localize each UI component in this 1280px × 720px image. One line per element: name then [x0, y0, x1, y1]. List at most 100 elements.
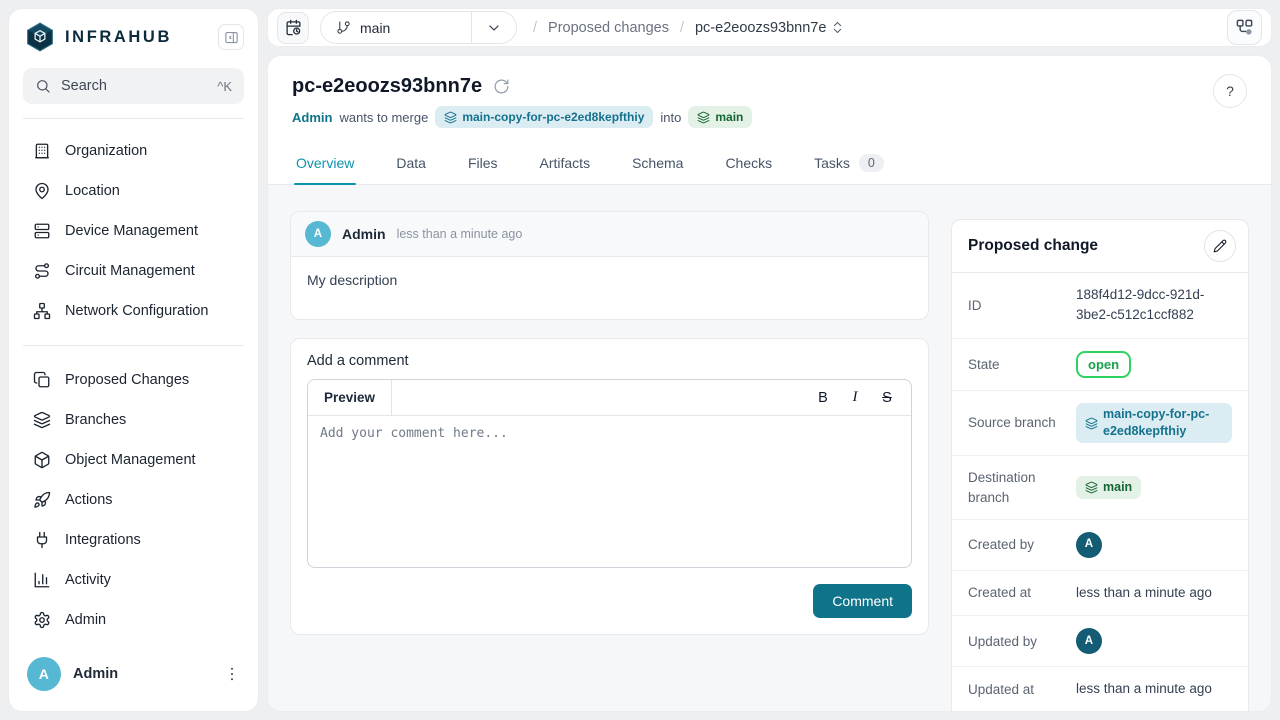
branch-badge[interactable]: main-copy-for-pc-e2ed8kepfthiy — [1076, 403, 1232, 443]
breadcrumb-separator: / — [680, 20, 684, 36]
sidebar-item-integrations[interactable]: Integrations — [19, 520, 248, 560]
thread-column: A Admin less than a minute ago My descri… — [290, 211, 929, 635]
tab-label: Checks — [725, 155, 772, 171]
editor-toolbar: Preview BIS — [308, 380, 911, 416]
sidebar-item-location[interactable]: Location — [19, 171, 248, 211]
map-pin-icon — [33, 182, 51, 200]
infrahub-logo-icon — [25, 22, 55, 52]
detail-value: 188f4d12-9dcc-921d-3be2-c512c1ccf882 — [1066, 285, 1232, 326]
sidebar-item-object-management[interactable]: Object Management — [19, 440, 248, 480]
sidebar-user[interactable]: A Admin — [9, 643, 258, 711]
layers-icon — [444, 111, 457, 124]
time-travel-button[interactable] — [277, 12, 309, 44]
branch-selector-value[interactable]: main — [321, 12, 471, 43]
refresh-button[interactable] — [493, 78, 510, 95]
content-body: A Admin less than a minute ago My descri… — [268, 185, 1271, 711]
comment-card: A Admin less than a minute ago My descri… — [290, 211, 929, 320]
sidebar-item-admin[interactable]: Admin — [19, 600, 248, 640]
preview-tab[interactable]: Preview — [308, 380, 392, 415]
layers-icon — [1085, 481, 1098, 494]
merge-action-text: wants to merge — [339, 110, 428, 125]
plug-icon — [33, 531, 51, 549]
branch-selector[interactable]: main — [320, 11, 517, 44]
branch-badge[interactable]: main — [1076, 476, 1141, 499]
branch-selector-toggle[interactable] — [471, 12, 516, 43]
add-comment-card: Add a comment Preview BIS Comment — [290, 338, 929, 635]
kebab-icon — [223, 665, 241, 683]
destination-branch-badge[interactable]: main — [688, 106, 752, 128]
detail-label: Source branch — [968, 413, 1066, 433]
edit-button[interactable] — [1204, 230, 1236, 262]
breadcrumb: / Proposed changes / pc-e2eoozs93bnn7e — [533, 20, 845, 36]
avatar: A — [305, 221, 331, 247]
format-buttons: BIS — [809, 380, 911, 415]
tab-data[interactable]: Data — [394, 141, 428, 184]
sidebar-item-organization[interactable]: Organization — [19, 131, 248, 171]
sidebar-item-proposed-changes[interactable]: Proposed Changes — [19, 360, 248, 400]
help-button[interactable]: ? — [1213, 74, 1247, 108]
server-icon — [33, 222, 51, 240]
app-title: INFRAHUB — [65, 28, 208, 47]
breadcrumb-item-label: pc-e2eoozs93bnn7e — [695, 20, 826, 36]
comment-author: Admin — [342, 226, 386, 242]
avatar[interactable]: A — [1076, 532, 1102, 558]
sidebar-item-label: Organization — [65, 143, 147, 159]
git-branch-icon — [336, 20, 351, 35]
tab-overview[interactable]: Overview — [294, 141, 356, 184]
page-title: pc-e2eoozs93bnn7e — [292, 75, 482, 98]
layers-icon — [1085, 417, 1098, 430]
italic-icon[interactable]: I — [841, 385, 869, 411]
sidebar-item-actions[interactable]: Actions — [19, 480, 248, 520]
comment-header: A Admin less than a minute ago — [291, 212, 928, 257]
search-shortcut: ^K — [217, 79, 232, 94]
user-menu-button[interactable] — [220, 662, 244, 686]
tab-artifacts[interactable]: Artifacts — [538, 141, 593, 184]
search-input[interactable]: Search ^K — [23, 68, 244, 104]
rocket-icon — [33, 491, 51, 509]
sidebar-item-label: Circuit Management — [65, 263, 195, 279]
tab-files[interactable]: Files — [466, 141, 500, 184]
sidebar-item-branches[interactable]: Branches — [19, 400, 248, 440]
schema-visualizer-button[interactable] — [1227, 10, 1262, 45]
sidebar-collapse-button[interactable] — [218, 24, 244, 50]
sidebar-item-label: Activity — [65, 572, 111, 588]
tab-label: Data — [396, 155, 426, 171]
details-rows: ID188f4d12-9dcc-921d-3be2-c512c1ccf882St… — [952, 273, 1248, 711]
comment-submit-button[interactable]: Comment — [813, 584, 912, 618]
breadcrumb-separator: / — [533, 20, 537, 36]
detail-value: less than a minute ago — [1066, 679, 1232, 699]
sidebar-item-device-management[interactable]: Device Management — [19, 211, 248, 251]
proposed-change-panel: Proposed change ID188f4d12-9dcc-921d-3be… — [951, 219, 1249, 711]
detail-row-created-at: Created atless than a minute ago — [952, 571, 1248, 616]
comment-editor: Preview BIS — [307, 379, 912, 568]
breadcrumb-section[interactable]: Proposed changes — [548, 20, 669, 36]
avatar[interactable]: A — [1076, 628, 1102, 654]
sidebar-item-network-configuration[interactable]: Network Configuration — [19, 291, 248, 331]
route-icon — [33, 262, 51, 280]
source-branch-badge[interactable]: main-copy-for-pc-e2ed8kepfthiy — [435, 106, 653, 128]
detail-label: Created by — [968, 535, 1066, 555]
page-header: pc-e2eoozs93bnn7e Admin wants to merge m… — [268, 56, 1271, 128]
tab-checks[interactable]: Checks — [723, 141, 774, 184]
strikethrough-icon[interactable]: S — [873, 385, 901, 411]
sidebar-item-circuit-management[interactable]: Circuit Management — [19, 251, 248, 291]
merge-author-link[interactable]: Admin — [292, 110, 332, 125]
workflow-icon — [1235, 18, 1254, 37]
sidebar-item-activity[interactable]: Activity — [19, 560, 248, 600]
bold-icon[interactable]: B — [809, 385, 837, 411]
current-branch: main — [360, 20, 390, 36]
detail-value: main-copy-for-pc-e2ed8kepfthiy — [1066, 403, 1232, 443]
add-comment-title: Add a comment — [307, 353, 912, 369]
detail-value: A — [1066, 532, 1232, 558]
tab-tasks[interactable]: Tasks0 — [812, 141, 886, 184]
breadcrumb-item[interactable]: pc-e2eoozs93bnn7e — [695, 20, 845, 36]
comment-input[interactable] — [308, 416, 911, 562]
detail-row-state: Stateopen — [952, 339, 1248, 392]
tab-schema[interactable]: Schema — [630, 141, 685, 184]
panel-collapse-icon — [224, 30, 239, 45]
topbar: main / Proposed changes / pc-e2eoozs93bn… — [267, 8, 1272, 47]
layers-icon — [33, 411, 51, 429]
detail-text: less than a minute ago — [1076, 583, 1212, 603]
bar-chart-icon — [33, 571, 51, 589]
detail-row-created-by: Created by A — [952, 520, 1248, 571]
